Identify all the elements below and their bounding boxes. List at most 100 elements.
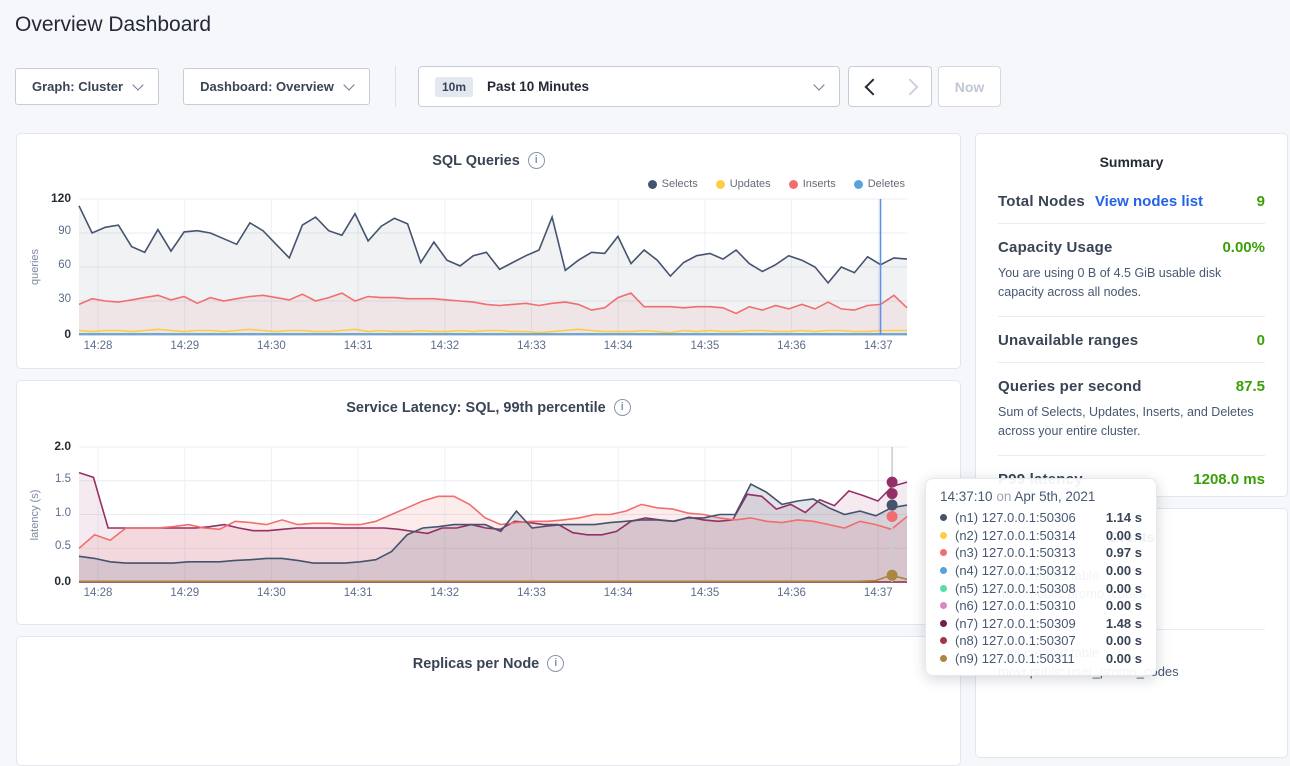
dashboard-dropdown-label: Dashboard: Overview [200,79,334,94]
series-color-dot [940,620,947,627]
x-tick-label: 14:29 [160,340,210,352]
summary-row: Queries per second 87.5 Sum of Selects, … [998,363,1265,456]
legend-label: Inserts [803,178,836,190]
node-latency-value: 0.00 s [1106,651,1142,666]
chart-legend: Selects Updates Inserts Deletes [648,178,905,190]
summary-row: Unavailable ranges 0 [998,317,1265,363]
x-tick-label: 14:36 [767,340,817,352]
summary-value: 87.5 [1236,378,1265,395]
info-icon[interactable]: i [528,152,545,169]
x-tick-label: 14:35 [680,587,730,599]
tooltip-node-row: (n5) 127.0.0.1:50308 0.00 s [940,579,1142,597]
chart-plot[interactable]: 14:2814:2914:3014:3114:3214:3314:3414:35… [79,199,907,335]
summary-row-head: Queries per second 87.5 [998,378,1265,395]
x-tick-label: 14:32 [420,340,470,352]
node-address: (n9) 127.0.0.1:50311 [955,651,1075,666]
chevron-right-icon [901,78,918,95]
chevron-down-icon [343,79,354,90]
graph-dropdown-label: Graph: Cluster [32,79,123,94]
tooltip-node-row: (n7) 127.0.0.1:50309 1.48 s [940,615,1142,633]
time-prev-button[interactable] [848,66,893,107]
tooltip-node-row: (n1) 127.0.0.1:50306 1.14 s [940,509,1142,527]
tooltip-node-row: (n9) 127.0.0.1:50311 0.00 s [940,650,1142,668]
node-latency-value: 0.00 s [1106,598,1142,613]
time-range-badge: 10m [435,77,473,97]
node-address: (n1) 127.0.0.1:50306 [955,510,1076,525]
toolbar-divider [395,66,396,107]
dashboard-dropdown[interactable]: Dashboard: Overview [183,68,370,105]
legend-item[interactable]: Inserts [789,178,836,190]
x-tick-label: 14:31 [333,340,383,352]
node-address: (n8) 127.0.0.1:50307 [955,633,1076,648]
summary-label: Unavailable ranges [998,332,1138,349]
tooltip-node-row: (n2) 127.0.0.1:50314 0.00 s [940,527,1142,545]
chart-title-text: Replicas per Node [413,656,540,672]
chart-plot[interactable]: 14:2814:2914:3014:3114:3214:3314:3414:35… [79,447,907,582]
series-color-dot [940,637,947,644]
info-icon[interactable]: i [547,655,564,672]
summary-label: Capacity Usage [998,239,1113,256]
chart-title: Replicas per Node i [17,637,960,672]
legend-label: Updates [730,178,771,190]
node-address: (n2) 127.0.0.1:50314 [955,528,1076,543]
hover-point-dot [887,488,898,499]
node-latency-value: 0.00 s [1106,633,1142,648]
time-next-button[interactable] [892,66,932,107]
series-color-dot [940,532,947,539]
summary-row-head: Total Nodes View nodes list 9 [998,193,1265,210]
legend-item[interactable]: Deletes [854,178,905,190]
hover-point-dot [887,500,898,511]
summary-value: 1208.0 ms [1193,471,1265,488]
x-tick-label: 14:29 [160,587,210,599]
y-tick-label: 2.0 [27,439,71,453]
x-tick-label: 14:30 [246,340,296,352]
series-color-dot [940,585,947,592]
time-range-picker[interactable]: 10m Past 10 Minutes [418,66,840,107]
tooltip-node-row: (n8) 127.0.0.1:50307 0.00 s [940,632,1142,650]
summary-value: 9 [1257,193,1265,210]
series-color-dot [940,514,947,521]
y-tick-label: 0.5 [27,540,71,552]
chart-tooltip: 14:37:10 on Apr 5th, 2021 (n1) 127.0.0.1… [925,478,1157,676]
series-color-dot [940,567,947,574]
hover-point-dot [887,477,898,488]
y-tick-label: 0 [27,327,71,341]
x-tick-label: 14:28 [73,587,123,599]
chart-title-text: SQL Queries [432,153,520,169]
x-tick-label: 14:35 [680,340,730,352]
time-range-label: Past 10 Minutes [487,79,589,94]
tooltip-rows: (n1) 127.0.0.1:50306 1.14 s (n2) 127.0.0… [940,509,1142,667]
y-tick-label: 0.0 [27,574,71,588]
chevron-left-icon [864,78,881,95]
view-nodes-list-link[interactable]: View nodes list [1095,193,1203,210]
summary-row: Capacity Usage 0.00% You are using 0 B o… [998,224,1265,317]
legend-color-dot [716,180,725,189]
series-color-dot [940,602,947,609]
summary-rows: Total Nodes View nodes list 9 Capacity U… [998,178,1265,501]
legend-item[interactable]: Selects [648,178,698,190]
summary-panel: Summary Total Nodes View nodes list 9 Ca… [975,133,1288,497]
service-latency-chart-panel: Service Latency: SQL, 99th percentile i … [16,380,961,625]
legend-item[interactable]: Updates [716,178,771,190]
summary-row-head: Capacity Usage 0.00% [998,239,1265,256]
node-latency-value: 0.97 s [1106,545,1142,560]
now-button[interactable]: Now [938,66,1001,107]
x-tick-label: 14:33 [507,340,557,352]
info-icon[interactable]: i [614,399,631,416]
replicas-per-node-chart-panel: Replicas per Node i [16,636,961,766]
summary-description: You are using 0 B of 4.5 GiB usable disk… [998,264,1265,303]
y-tick-label: 1.5 [27,473,71,485]
summary-description: Sum of Selects, Updates, Inserts, and De… [998,403,1265,442]
tooltip-node-row: (n6) 127.0.0.1:50310 0.00 s [940,597,1142,615]
node-address: (n5) 127.0.0.1:50308 [955,581,1076,596]
series-color-dot [940,549,947,556]
graph-dropdown[interactable]: Graph: Cluster [15,68,159,105]
legend-color-dot [789,180,798,189]
x-tick-label: 14:36 [767,587,817,599]
tooltip-timestamp: 14:37:10 on Apr 5th, 2021 [940,489,1142,504]
chart-canvas [79,199,907,335]
x-tick-label: 14:37 [853,587,903,599]
chart-title-text: Service Latency: SQL, 99th percentile [346,400,606,416]
chevron-down-icon [813,79,824,90]
y-tick-label: 30 [27,293,71,305]
